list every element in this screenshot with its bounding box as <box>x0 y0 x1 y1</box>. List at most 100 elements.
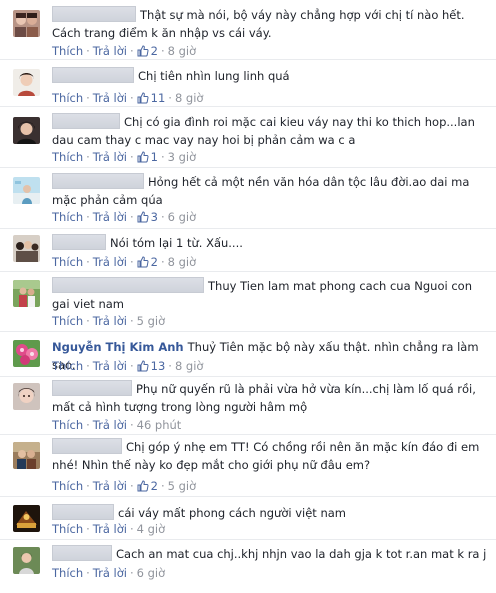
reply-link[interactable]: Trả lời <box>93 255 127 269</box>
avatar-group[interactable] <box>13 235 40 262</box>
comment-time[interactable]: 8 giờ <box>175 359 204 373</box>
like-count[interactable]: 3 <box>137 210 158 224</box>
comment-time[interactable]: 4 giờ <box>137 522 166 536</box>
avatar-flowers[interactable] <box>13 340 40 367</box>
avatar-game[interactable] <box>13 505 40 532</box>
like-count[interactable]: 2 <box>137 44 158 58</box>
comment-item: Chị góp ý nhẹ em TT! Có chồng rồi nên ăn… <box>0 435 496 497</box>
comment-actions: Thích · Trả lời · 6 giờ <box>52 566 166 580</box>
comment-text-block: Cach an mat cua chj..khj nhjn vao la dah… <box>52 545 488 563</box>
redacted-name[interactable] <box>52 438 122 454</box>
comment-text-block: cái váy mất phong cách người việt nam <box>52 504 488 522</box>
thumbs-up-icon <box>137 92 149 104</box>
comment-text-block: Phụ nữ quyến rũ là phải vừa hở vừa kín..… <box>52 380 488 416</box>
redacted-name[interactable] <box>52 234 106 250</box>
like-link[interactable]: Thích <box>52 91 83 105</box>
comment-item: Thuy Tien lam mat phong cach cua Nguoi c… <box>0 272 496 332</box>
like-link[interactable]: Thích <box>52 522 83 536</box>
thumbs-up-icon <box>137 360 149 372</box>
redacted-name[interactable] <box>52 504 114 520</box>
avatar-woman-dark[interactable] <box>13 117 40 144</box>
like-link[interactable]: Thích <box>52 210 83 224</box>
comment-time[interactable]: 6 giờ <box>137 566 166 580</box>
thumbs-up-icon <box>137 211 149 223</box>
comment-actions: Thích · Trả lời · 4 giờ <box>52 522 166 536</box>
reply-link[interactable]: Trả lời <box>93 91 127 105</box>
redacted-name[interactable] <box>52 113 120 129</box>
comment-actions: Thích · Trả lời · 1 · 3 giờ <box>52 150 197 164</box>
reply-link[interactable]: Trả lời <box>93 210 127 224</box>
comment-time[interactable]: 8 giờ <box>175 91 204 105</box>
comment-actions: Thích · Trả lời · 2 · 5 giờ <box>52 479 197 493</box>
comment-time[interactable]: 6 giờ <box>168 210 197 224</box>
comment-item: Phụ nữ quyến rũ là phải vừa hở vừa kín..… <box>0 377 496 435</box>
reply-link[interactable]: Trả lời <box>93 522 127 536</box>
avatar-woman[interactable] <box>13 69 40 96</box>
like-link[interactable]: Thích <box>52 479 83 493</box>
redacted-name[interactable] <box>52 380 132 396</box>
comment-text-block: Thật sự mà nói, bộ váy này chẳng hợp với… <box>52 6 488 42</box>
comment-actions: Thích · Trả lời · 2 · 8 giờ <box>52 255 197 269</box>
avatar-two-people[interactable] <box>13 10 40 37</box>
comment-time[interactable]: 8 giờ <box>168 44 197 58</box>
like-count[interactable]: 13 <box>137 359 165 373</box>
thumbs-up-icon <box>137 480 149 492</box>
thumbs-up-icon <box>137 256 149 268</box>
comment-item: Chị tiên nhìn lung linh quá Thích · Trả lờ… <box>0 60 496 107</box>
avatar-woman-face[interactable] <box>13 383 40 410</box>
like-link[interactable]: Thích <box>52 418 83 432</box>
reply-link[interactable]: Trả lời <box>93 566 127 580</box>
comment-item: Thật sự mà nói, bộ váy này chẳng hợp với… <box>0 0 496 60</box>
comment-text: cái váy mất phong cách người việt nam <box>118 506 346 520</box>
reply-link[interactable]: Trả lời <box>93 44 127 58</box>
comment-text-block: Chị tiên nhìn lung linh quá <box>52 67 488 85</box>
like-link[interactable]: Thích <box>52 150 83 164</box>
like-count[interactable]: 11 <box>137 91 165 105</box>
redacted-name[interactable] <box>52 277 204 293</box>
comment-item: Nguyễn Thị Kim Anh Thuỷ Tiên mặc bộ này x… <box>0 332 496 377</box>
redacted-name[interactable] <box>52 6 136 22</box>
reply-link[interactable]: Trả lời <box>93 479 127 493</box>
avatar-landscape[interactable] <box>13 177 40 204</box>
like-link[interactable]: Thích <box>52 359 83 373</box>
thumbs-up-icon <box>137 151 149 163</box>
comment-text-block: Chị góp ý nhẹ em TT! Có chồng rồi nên ăn… <box>52 438 488 474</box>
comment-time[interactable]: 8 giờ <box>168 255 197 269</box>
redacted-name[interactable] <box>52 545 112 561</box>
like-link[interactable]: Thích <box>52 44 83 58</box>
comment-actions: Thích · Trả lời · 11 · 8 giờ <box>52 91 204 105</box>
like-link[interactable]: Thích <box>52 314 83 328</box>
comment-item: Chị có gia đình roi mặc cai kieu váy nay… <box>0 107 496 168</box>
like-link[interactable]: Thích <box>52 255 83 269</box>
comment-text-block: Chị có gia đình roi mặc cai kieu váy nay… <box>52 113 488 149</box>
comment-text: Nói tóm lại 1 từ. Xấu.... <box>110 236 243 250</box>
reply-link[interactable]: Trả lời <box>93 359 127 373</box>
comment-time[interactable]: 3 giờ <box>168 150 197 164</box>
comment-list: Thật sự mà nói, bộ váy này chẳng hợp với… <box>0 0 496 593</box>
comment-text-block: Hỏng hết cả một nền văn hóa dân tộc lâu … <box>52 173 488 209</box>
comment-time[interactable]: 5 giờ <box>168 479 197 493</box>
comment-text-block: Nói tóm lại 1 từ. Xấu.... <box>52 234 488 252</box>
redacted-name[interactable] <box>52 173 144 189</box>
comment-time[interactable]: 46 phút <box>137 418 182 432</box>
reply-link[interactable]: Trả lời <box>93 150 127 164</box>
comment-text: Chị tiên nhìn lung linh quá <box>138 69 290 83</box>
reply-link[interactable]: Trả lời <box>93 314 127 328</box>
like-count[interactable]: 2 <box>137 479 158 493</box>
avatar-outdoor[interactable] <box>13 280 40 307</box>
comment-item: cái váy mất phong cách người việt nam Th… <box>0 497 496 540</box>
thumbs-up-icon <box>137 45 149 57</box>
commenter-name[interactable]: Nguyễn Thị Kim Anh <box>52 340 184 354</box>
avatar-child[interactable] <box>13 547 40 574</box>
comment-actions: Thích · Trả lời · 3 · 6 giờ <box>52 210 197 224</box>
like-link[interactable]: Thích <box>52 566 83 580</box>
like-count[interactable]: 2 <box>137 255 158 269</box>
comment-actions: Thích · Trả lời · 2 · 8 giờ <box>52 44 197 58</box>
reply-link[interactable]: Trả lời <box>93 418 127 432</box>
comment-actions: Thích · Trả lời · 13 · 8 giờ <box>52 359 204 373</box>
comment-time[interactable]: 5 giờ <box>137 314 166 328</box>
like-count[interactable]: 1 <box>137 150 158 164</box>
redacted-name[interactable] <box>52 67 134 83</box>
avatar-couple[interactable] <box>13 442 40 469</box>
comment-item: Hỏng hết cả một nền văn hóa dân tộc lâu … <box>0 168 496 229</box>
